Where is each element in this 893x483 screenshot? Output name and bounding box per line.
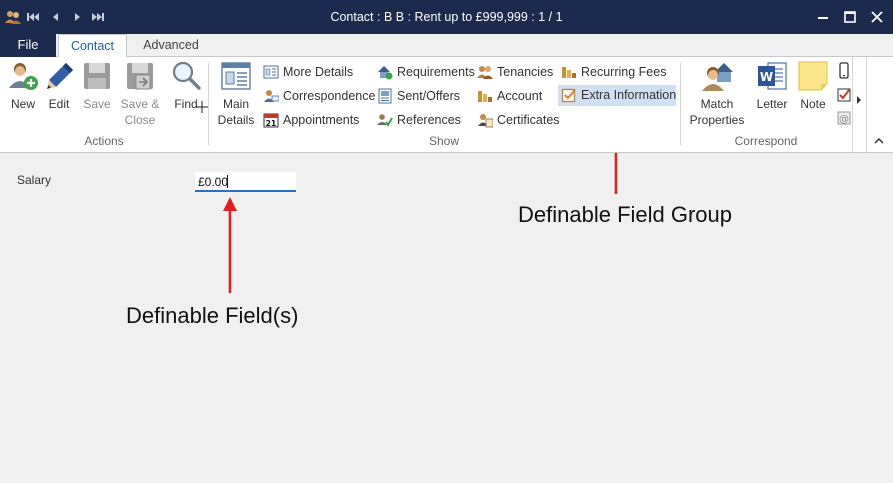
tab-advanced[interactable]: Advanced bbox=[133, 34, 209, 57]
correspondence-label: Correspondence bbox=[283, 89, 376, 103]
more-details-icon bbox=[263, 65, 279, 79]
task-checkbox-icon[interactable] bbox=[837, 87, 851, 103]
certificates-button[interactable]: Certificates bbox=[477, 110, 560, 130]
sent-offers-icon bbox=[378, 88, 392, 104]
pencil-icon bbox=[47, 63, 73, 89]
references-button[interactable]: References bbox=[377, 110, 473, 130]
recurring-fees-button[interactable]: Recurring Fees bbox=[561, 62, 677, 82]
tab-contact[interactable]: Contact bbox=[58, 34, 127, 58]
new-contact-icon bbox=[9, 63, 38, 90]
checkbox-checked-icon bbox=[561, 88, 576, 103]
svg-text:W: W bbox=[760, 70, 773, 84]
sent-offers-label: Sent/Offers bbox=[397, 89, 460, 103]
account-button[interactable]: Account bbox=[477, 86, 557, 106]
references-label: References bbox=[397, 113, 461, 127]
save-close-button[interactable]: Save & Close bbox=[119, 60, 161, 134]
correspond-group-label: Correspond bbox=[734, 134, 798, 148]
sent-offers-button[interactable]: Sent/Offers bbox=[377, 86, 473, 106]
appointments-button[interactable]: 21 Appointments bbox=[263, 110, 373, 130]
certificates-icon bbox=[478, 114, 493, 128]
edit-label: Edit bbox=[48, 97, 70, 111]
save-close-icon bbox=[127, 63, 153, 90]
extra-information-panel: Salary Definable Field Group Definable F… bbox=[0, 153, 893, 483]
save-disk-icon bbox=[84, 63, 110, 89]
letter-button[interactable]: W Letter bbox=[755, 60, 789, 134]
requirements-house-icon bbox=[378, 66, 393, 80]
mobile-phone-icon[interactable] bbox=[837, 62, 851, 80]
ribbon-collapse-divider bbox=[866, 57, 867, 153]
save-close-label: Save & Close bbox=[119, 96, 161, 128]
main-details-label-line2: Details bbox=[217, 113, 255, 127]
match-properties-label: Match Properties bbox=[687, 96, 747, 128]
match-properties-label-line1: Match bbox=[700, 97, 734, 111]
minimize-icon[interactable] bbox=[812, 6, 834, 28]
magnifier-icon bbox=[172, 61, 201, 90]
ribbon-scroll-right-icon[interactable] bbox=[855, 95, 863, 105]
save-label: Save bbox=[83, 97, 111, 111]
svg-text:@: @ bbox=[839, 114, 849, 125]
correspondence-icon bbox=[264, 90, 279, 102]
new-label: New bbox=[10, 97, 35, 111]
extra-information-label: Extra Information bbox=[581, 88, 677, 102]
references-icon bbox=[377, 114, 393, 127]
find-button[interactable]: Find bbox=[169, 60, 203, 134]
actions-group-label: Actions bbox=[84, 134, 124, 148]
calendar-icon: 21 bbox=[263, 113, 279, 128]
maximize-icon[interactable] bbox=[839, 6, 861, 28]
ribbon-tab-bar: File Contact Advanced bbox=[0, 34, 893, 58]
word-document-icon: W bbox=[758, 62, 787, 90]
save-button[interactable]: Save bbox=[80, 60, 114, 134]
main-details-button[interactable]: Main Details bbox=[215, 60, 257, 134]
appointments-label: Appointments bbox=[283, 113, 360, 127]
tenancies-button[interactable]: Tenancies bbox=[477, 62, 557, 82]
match-properties-icon bbox=[702, 63, 733, 91]
close-icon[interactable] bbox=[866, 6, 888, 28]
mouse-cursor-icon bbox=[196, 101, 208, 113]
window-title: Contact : B B : Rent up to £999,999 : 1 … bbox=[330, 10, 563, 24]
tenancies-label: Tenancies bbox=[497, 65, 554, 79]
tenancies-icon bbox=[477, 66, 493, 79]
more-details-button[interactable]: More Details bbox=[263, 62, 373, 82]
main-details-label-line1: Main bbox=[222, 97, 249, 111]
recurring-fees-icon bbox=[562, 67, 576, 78]
email-at-icon[interactable]: @ bbox=[837, 110, 851, 126]
match-properties-label-line2: Properties bbox=[689, 113, 745, 127]
save-close-label-line1: Save & bbox=[120, 97, 160, 111]
title-bar: Contact : B B : Rent up to £999,999 : 1 … bbox=[0, 0, 893, 34]
recurring-fees-label: Recurring Fees bbox=[581, 65, 667, 79]
collapse-ribbon-icon[interactable] bbox=[873, 136, 885, 146]
certificates-label: Certificates bbox=[497, 113, 560, 127]
ribbon: New Edit Save Save & Close Find Actions … bbox=[0, 57, 893, 153]
details-form-icon bbox=[221, 62, 251, 90]
ribbon-scroll-divider bbox=[852, 57, 853, 153]
ribbon-separator bbox=[208, 63, 209, 145]
svg-text:21: 21 bbox=[266, 119, 276, 128]
account-label: Account bbox=[497, 89, 543, 103]
requirements-label: Requirements bbox=[397, 65, 475, 79]
save-close-label-line2: Close bbox=[124, 113, 156, 127]
more-details-label: More Details bbox=[283, 65, 354, 79]
extra-information-button[interactable]: Extra Information bbox=[558, 85, 676, 106]
definable-field-group-annotation: Definable Field Group bbox=[518, 202, 733, 227]
definable-fields-annotation: Definable Field(s) bbox=[126, 303, 299, 328]
account-coins-icon bbox=[478, 91, 492, 102]
note-label: Note bbox=[800, 97, 826, 111]
sticky-note-icon bbox=[798, 61, 828, 91]
letter-label: Letter bbox=[756, 97, 788, 111]
field-arrow-head bbox=[223, 197, 237, 211]
requirements-button[interactable]: Requirements bbox=[377, 62, 475, 82]
new-button[interactable]: New bbox=[6, 60, 40, 134]
tab-file[interactable]: File bbox=[0, 34, 56, 57]
main-details-label: Main Details bbox=[215, 96, 257, 128]
correspondence-button[interactable]: Correspondence bbox=[263, 86, 376, 106]
edit-button[interactable]: Edit bbox=[44, 60, 74, 134]
ribbon-separator bbox=[680, 63, 681, 145]
match-properties-button[interactable]: Match Properties bbox=[687, 60, 747, 134]
note-button[interactable]: Note bbox=[797, 60, 829, 134]
show-group-label: Show bbox=[428, 134, 460, 148]
